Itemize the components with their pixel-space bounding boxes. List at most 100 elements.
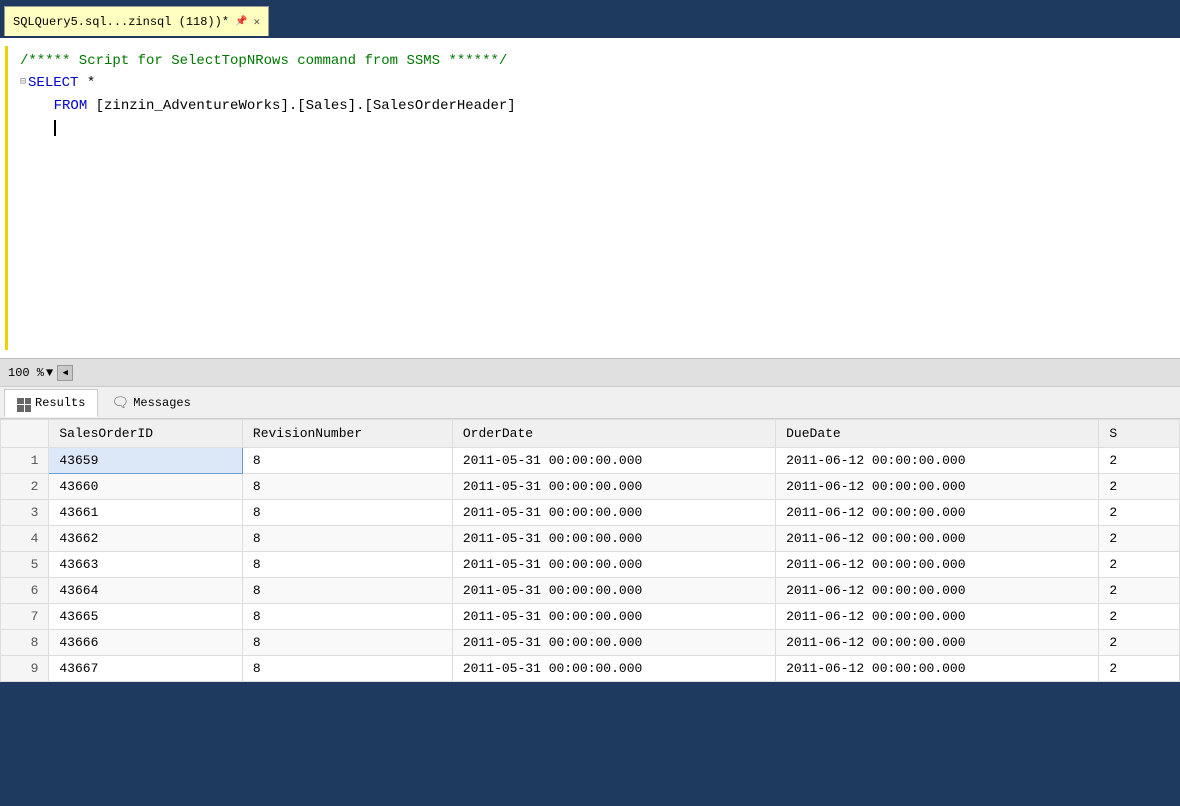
cell-duedate: 2011-06-12 00:00:00.000 bbox=[776, 474, 1099, 500]
select-rest: * bbox=[78, 75, 95, 91]
col-header-shipdate[interactable]: S bbox=[1099, 420, 1180, 448]
table-row[interactable]: 24366082011-05-31 00:00:00.0002011-06-12… bbox=[1, 474, 1180, 500]
comment-text: /***** Script for SelectTopNRows command… bbox=[20, 53, 507, 69]
table-row[interactable]: 94366782011-05-31 00:00:00.0002011-06-12… bbox=[1, 656, 1180, 682]
zoom-chevron-icon[interactable]: ▼ bbox=[46, 366, 53, 380]
results-tabs: Results 🗨 Messages bbox=[0, 387, 1180, 419]
cell-rownum: 7 bbox=[1, 604, 49, 630]
cell-revisionnumber: 8 bbox=[242, 552, 452, 578]
cell-shipdate: 2 bbox=[1099, 578, 1180, 604]
zoom-dropdown[interactable]: 100 % ▼ bbox=[8, 366, 53, 380]
select-line: ⊟SELECT * bbox=[20, 72, 1168, 94]
tab-messages[interactable]: 🗨 Messages bbox=[98, 390, 203, 416]
cell-shipdate: 2 bbox=[1099, 656, 1180, 682]
code-content[interactable]: /***** Script for SelectTopNRows command… bbox=[8, 46, 1180, 350]
table-row[interactable]: 84366682011-05-31 00:00:00.0002011-06-12… bbox=[1, 630, 1180, 656]
cell-rownum: 5 bbox=[1, 552, 49, 578]
cell-revisionnumber: 8 bbox=[242, 630, 452, 656]
cell-salesorderid[interactable]: 43667 bbox=[49, 656, 243, 682]
cell-salesorderid[interactable]: 43664 bbox=[49, 578, 243, 604]
cell-orderdate: 2011-05-31 00:00:00.000 bbox=[452, 552, 775, 578]
col-header-duedate[interactable]: DueDate bbox=[776, 420, 1099, 448]
messages-tab-label: Messages bbox=[133, 396, 191, 410]
zoom-value: 100 % bbox=[8, 366, 44, 380]
cell-duedate: 2011-06-12 00:00:00.000 bbox=[776, 656, 1099, 682]
cell-duedate: 2011-06-12 00:00:00.000 bbox=[776, 630, 1099, 656]
cell-salesorderid[interactable]: 43662 bbox=[49, 526, 243, 552]
editor-area[interactable]: /***** Script for SelectTopNRows command… bbox=[0, 38, 1180, 358]
editor-container: /***** Script for SelectTopNRows command… bbox=[0, 38, 1180, 682]
results-table-container[interactable]: SalesOrderID RevisionNumber OrderDate Du… bbox=[0, 419, 1180, 682]
messages-icon: 🗨 bbox=[111, 395, 129, 412]
cell-shipdate: 2 bbox=[1099, 630, 1180, 656]
results-grid-icon bbox=[17, 394, 31, 412]
cell-shipdate: 2 bbox=[1099, 526, 1180, 552]
cell-revisionnumber: 8 bbox=[242, 604, 452, 630]
cell-revisionnumber: 8 bbox=[242, 500, 452, 526]
cell-salesorderid[interactable]: 43663 bbox=[49, 552, 243, 578]
cell-rownum: 6 bbox=[1, 578, 49, 604]
select-keyword: SELECT bbox=[28, 75, 78, 91]
col-header-salesorderid[interactable]: SalesOrderID bbox=[49, 420, 243, 448]
editor-tab[interactable]: SQLQuery5.sql...zinsql (118))* 📌 ✕ bbox=[4, 6, 269, 36]
cell-revisionnumber: 8 bbox=[242, 656, 452, 682]
tab-label: SQLQuery5.sql...zinsql (118))* bbox=[13, 15, 229, 29]
cell-duedate: 2011-06-12 00:00:00.000 bbox=[776, 448, 1099, 474]
cell-orderdate: 2011-05-31 00:00:00.000 bbox=[452, 604, 775, 630]
table-row[interactable]: 34366182011-05-31 00:00:00.0002011-06-12… bbox=[1, 500, 1180, 526]
table-row[interactable]: 54366382011-05-31 00:00:00.0002011-06-12… bbox=[1, 552, 1180, 578]
table-row[interactable]: 64366482011-05-31 00:00:00.0002011-06-12… bbox=[1, 578, 1180, 604]
cell-duedate: 2011-06-12 00:00:00.000 bbox=[776, 604, 1099, 630]
cell-orderdate: 2011-05-31 00:00:00.000 bbox=[452, 630, 775, 656]
cell-shipdate: 2 bbox=[1099, 448, 1180, 474]
from-keyword: FROM bbox=[54, 98, 88, 114]
table-row[interactable]: 14365982011-05-31 00:00:00.0002011-06-12… bbox=[1, 448, 1180, 474]
cell-duedate: 2011-06-12 00:00:00.000 bbox=[776, 552, 1099, 578]
line-indicator bbox=[0, 46, 8, 350]
results-tab-label: Results bbox=[35, 396, 85, 410]
cell-duedate: 2011-06-12 00:00:00.000 bbox=[776, 500, 1099, 526]
pin-icon[interactable]: 📌 bbox=[235, 16, 247, 28]
cell-salesorderid[interactable]: 43659 bbox=[49, 448, 243, 474]
collapse-icon[interactable]: ⊟ bbox=[20, 77, 26, 88]
text-cursor bbox=[54, 120, 56, 136]
results-table: SalesOrderID RevisionNumber OrderDate Du… bbox=[0, 419, 1180, 682]
cursor-line bbox=[20, 117, 1168, 139]
cell-revisionnumber: 8 bbox=[242, 448, 452, 474]
from-line: FROM [zinzin_AdventureWorks].[Sales].[Sa… bbox=[20, 95, 1168, 117]
cell-rownum: 8 bbox=[1, 630, 49, 656]
cell-revisionnumber: 8 bbox=[242, 474, 452, 500]
table-header-row: SalesOrderID RevisionNumber OrderDate Du… bbox=[1, 420, 1180, 448]
scroll-left-icon[interactable]: ◀ bbox=[57, 365, 73, 381]
cell-duedate: 2011-06-12 00:00:00.000 bbox=[776, 526, 1099, 552]
zoom-bar: 100 % ▼ ◀ bbox=[0, 358, 1180, 386]
cell-shipdate: 2 bbox=[1099, 500, 1180, 526]
cell-salesorderid[interactable]: 43666 bbox=[49, 630, 243, 656]
comment-line: /***** Script for SelectTopNRows command… bbox=[20, 50, 1168, 72]
title-bar: SQLQuery5.sql...zinsql (118))* 📌 ✕ bbox=[0, 0, 1180, 38]
cell-revisionnumber: 8 bbox=[242, 526, 452, 552]
cell-rownum: 2 bbox=[1, 474, 49, 500]
table-row[interactable]: 74366582011-05-31 00:00:00.0002011-06-12… bbox=[1, 604, 1180, 630]
cell-orderdate: 2011-05-31 00:00:00.000 bbox=[452, 526, 775, 552]
cell-orderdate: 2011-05-31 00:00:00.000 bbox=[452, 500, 775, 526]
cell-rownum: 9 bbox=[1, 656, 49, 682]
cell-salesorderid[interactable]: 43660 bbox=[49, 474, 243, 500]
col-header-orderdate[interactable]: OrderDate bbox=[452, 420, 775, 448]
tab-results[interactable]: Results bbox=[4, 389, 98, 417]
close-icon[interactable]: ✕ bbox=[254, 15, 261, 29]
cell-duedate: 2011-06-12 00:00:00.000 bbox=[776, 578, 1099, 604]
cell-shipdate: 2 bbox=[1099, 552, 1180, 578]
cell-rownum: 3 bbox=[1, 500, 49, 526]
cell-salesorderid[interactable]: 43665 bbox=[49, 604, 243, 630]
cell-salesorderid[interactable]: 43661 bbox=[49, 500, 243, 526]
table-row[interactable]: 44366282011-05-31 00:00:00.0002011-06-12… bbox=[1, 526, 1180, 552]
cell-orderdate: 2011-05-31 00:00:00.000 bbox=[452, 656, 775, 682]
from-rest: [zinzin_AdventureWorks].[Sales].[SalesOr… bbox=[87, 98, 515, 114]
col-header-revisionnumber[interactable]: RevisionNumber bbox=[242, 420, 452, 448]
results-panel: Results 🗨 Messages SalesOrderID Revision… bbox=[0, 386, 1180, 682]
cell-shipdate: 2 bbox=[1099, 604, 1180, 630]
col-header-rownum bbox=[1, 420, 49, 448]
cell-rownum: 4 bbox=[1, 526, 49, 552]
cell-shipdate: 2 bbox=[1099, 474, 1180, 500]
